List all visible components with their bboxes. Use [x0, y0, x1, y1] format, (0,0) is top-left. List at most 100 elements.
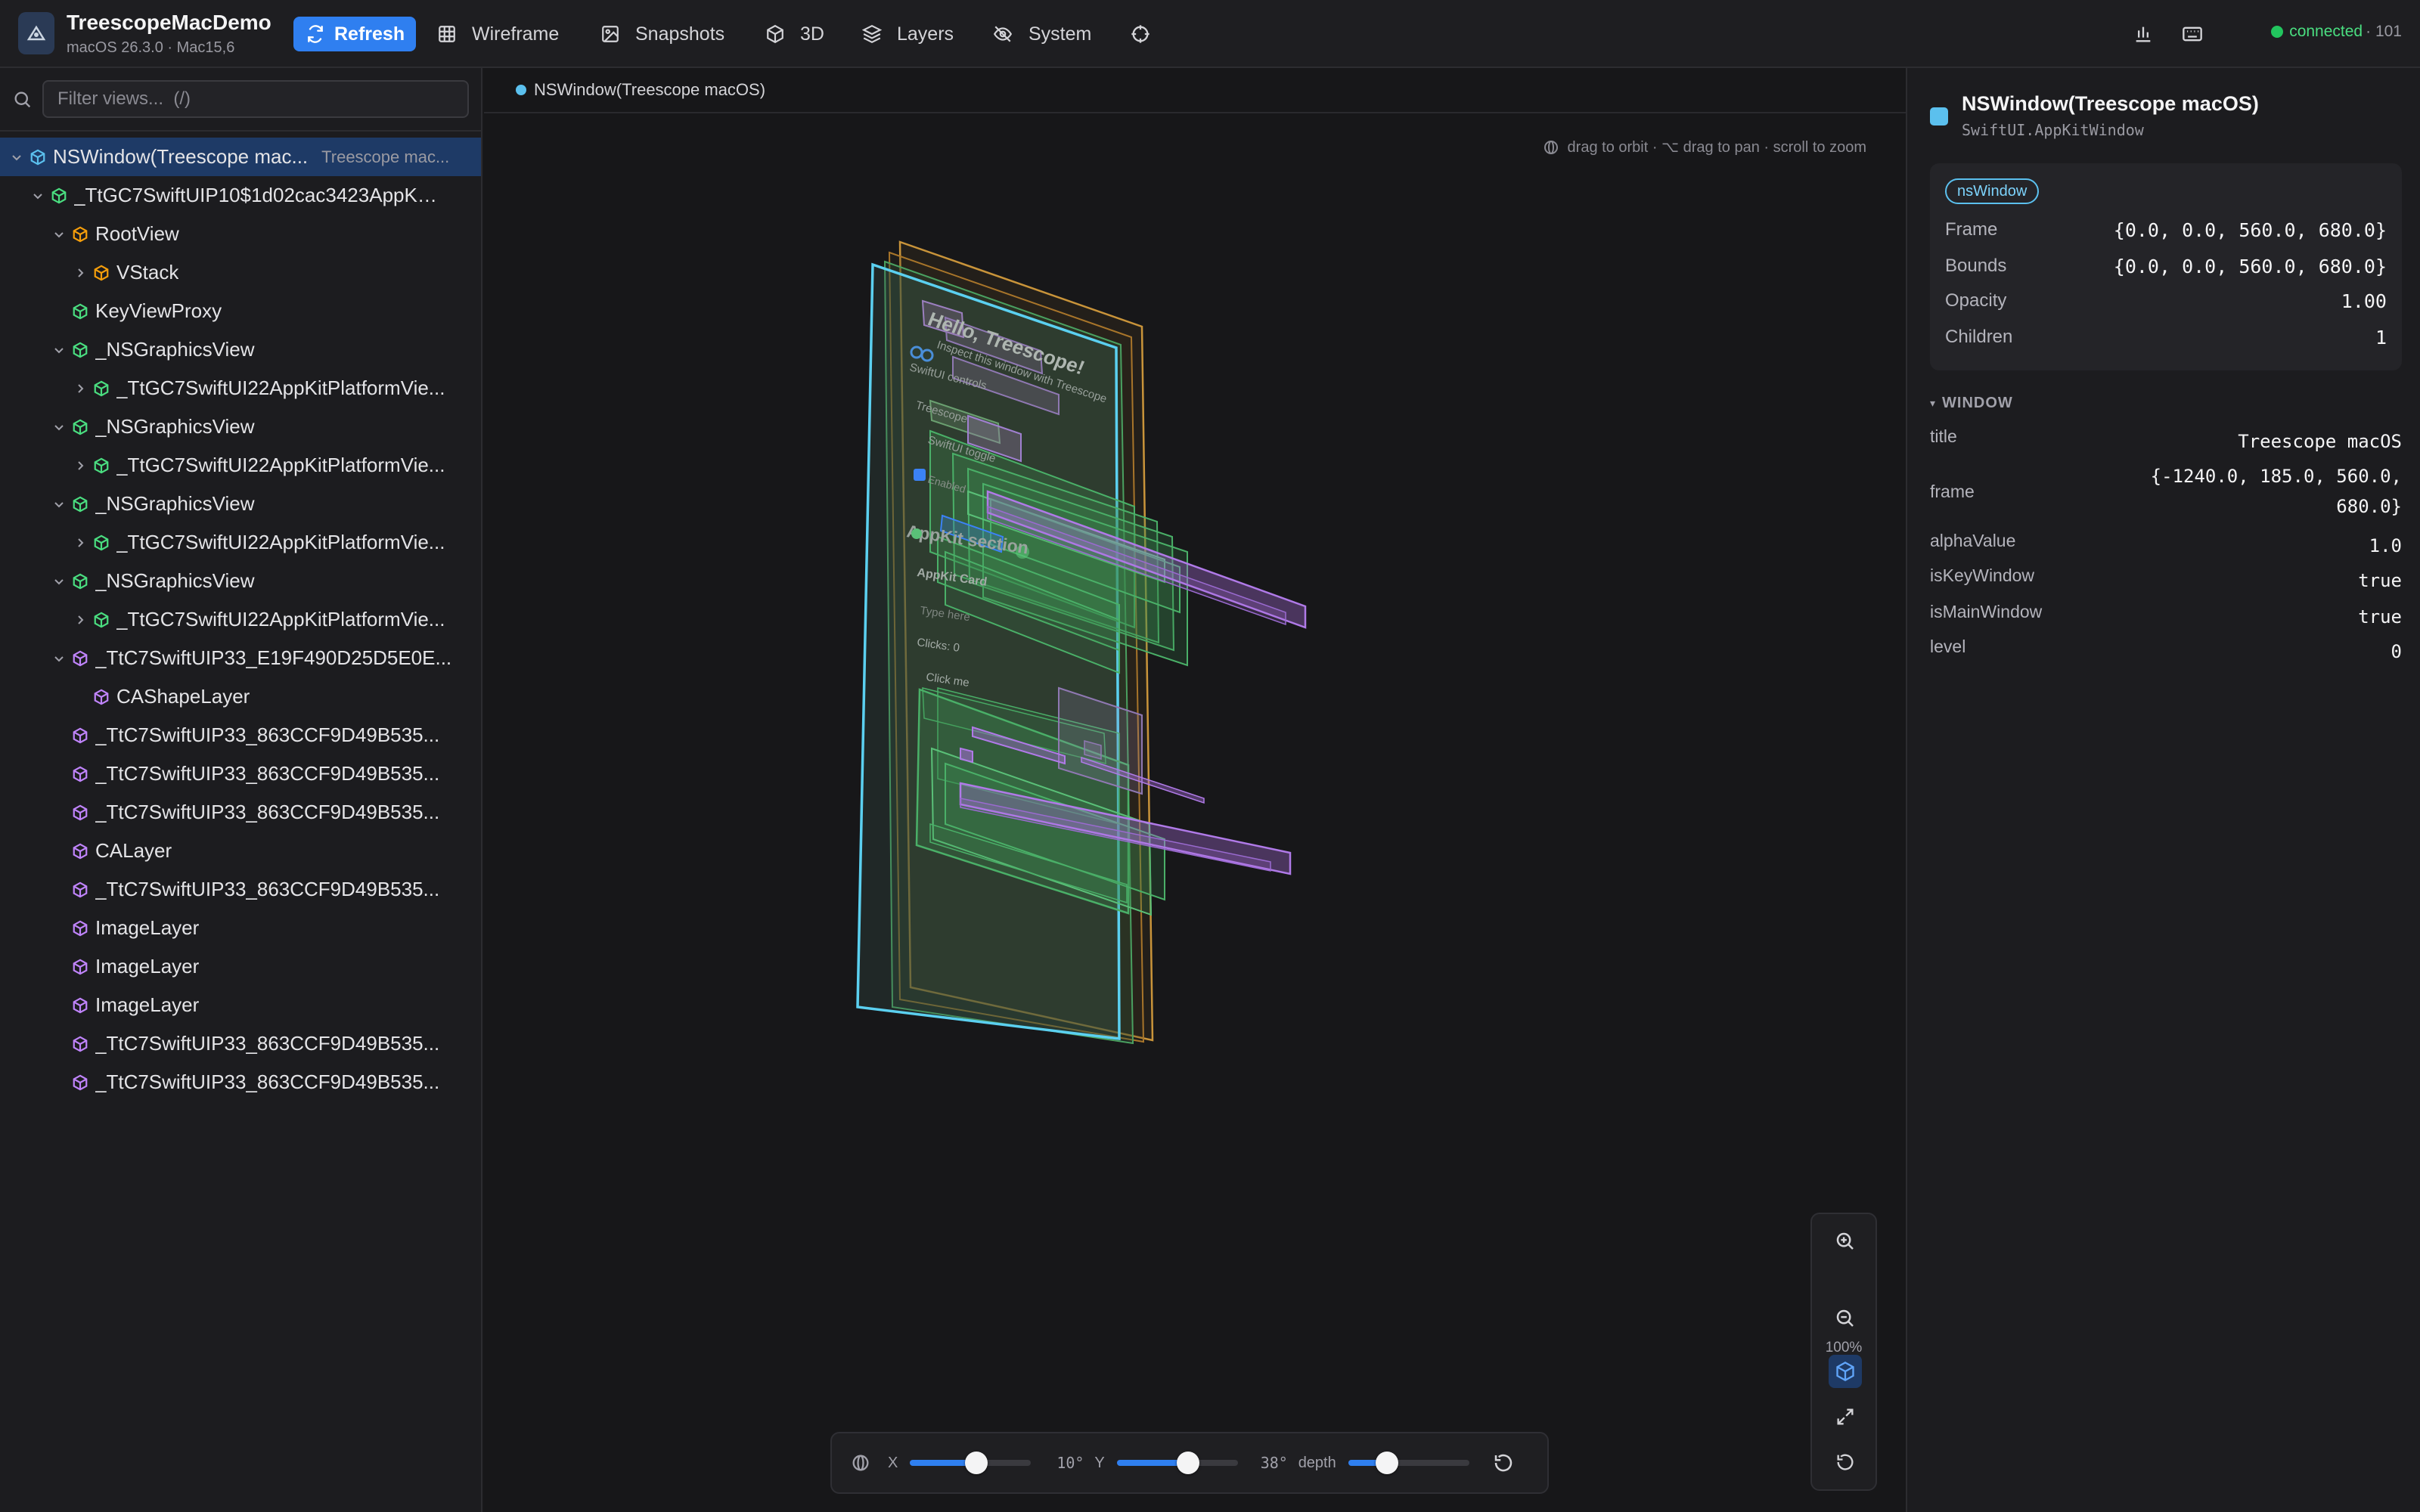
- tree-row[interactable]: _NSGraphicsView: [0, 330, 481, 369]
- prop-value[interactable]: 1.00: [2341, 290, 2387, 312]
- chevron-down-icon[interactable]: [27, 190, 48, 202]
- chevron-down-icon[interactable]: [48, 652, 70, 665]
- zoom-in-button[interactable]: [1829, 1225, 1862, 1258]
- zoom-out-button[interactable]: [1829, 1302, 1862, 1335]
- filter-input[interactable]: [42, 80, 469, 118]
- tree-row[interactable]: _TtC7SwiftUIP33_863CCF9D49B535...: [0, 1063, 481, 1101]
- perspective-toggle[interactable]: [1829, 1355, 1862, 1388]
- cube-icon: [27, 149, 48, 166]
- prop-value[interactable]: true: [2358, 565, 2402, 596]
- keyboard-button[interactable]: [2181, 17, 2219, 51]
- chevron-right-icon[interactable]: [70, 460, 91, 472]
- cube-icon: [70, 843, 91, 860]
- reset-view-button[interactable]: [1829, 1445, 1862, 1479]
- reset-icon[interactable]: [1492, 1452, 1515, 1474]
- tree-row[interactable]: _TtGC7SwiftUI22AppKitPlatformVie...: [0, 369, 481, 407]
- window-section-header[interactable]: ▾ WINDOW: [1930, 395, 2013, 412]
- tree-row[interactable]: _TtGC7SwiftUIP10$1d02cac3423AppKit...: [0, 176, 481, 215]
- tree-row[interactable]: ImageLayer: [0, 986, 481, 1024]
- layer-scene[interactable]: Hello, Treescope! Inspect this window wi…: [741, 159, 1361, 1051]
- cube-icon: [70, 1036, 91, 1052]
- prop-value[interactable]: 1.0: [2369, 531, 2402, 561]
- prop-value[interactable]: 0: [2391, 637, 2402, 667]
- tree-row[interactable]: _NSGraphicsView: [0, 562, 481, 600]
- search-icon: [14, 91, 31, 108]
- chevron-down-icon[interactable]: [48, 421, 70, 433]
- prop-value[interactable]: {0.0, 0.0, 560.0, 680.0}: [2114, 219, 2387, 241]
- fit-button[interactable]: [1829, 1400, 1862, 1433]
- tree-row[interactable]: CALayer: [0, 832, 481, 870]
- tab-layers[interactable]: Layers: [862, 17, 954, 51]
- expand-icon: [1837, 1408, 1854, 1425]
- cube-icon: [91, 612, 112, 628]
- tree-row[interactable]: _TtC7SwiftUIP33_E19F490D25D5E0E...: [0, 639, 481, 677]
- tree-row-label: _TtC7SwiftUIP33_863CCF9D49B535...: [95, 878, 440, 900]
- cube-icon: [70, 419, 91, 435]
- chevron-down-icon[interactable]: [48, 228, 70, 240]
- chevron-right-icon[interactable]: [70, 267, 91, 279]
- breadcrumb-item[interactable]: NSWindow(Treescope macOS): [534, 80, 765, 100]
- tree-row[interactable]: _TtC7SwiftUIP33_863CCF9D49B535...: [0, 754, 481, 793]
- y-rotation-slider[interactable]: [1116, 1452, 1238, 1474]
- prop-value[interactable]: 1: [2375, 327, 2387, 349]
- cube-icon: [91, 457, 112, 474]
- tree-row[interactable]: _NSGraphicsView: [0, 407, 481, 446]
- search-bar: [0, 68, 481, 132]
- tree-row[interactable]: _TtC7SwiftUIP33_863CCF9D49B535...: [0, 716, 481, 754]
- tree-row-label: VStack: [116, 261, 179, 284]
- tree-row[interactable]: VStack: [0, 253, 481, 292]
- cube-icon: [70, 920, 91, 937]
- prop-value[interactable]: {-1240.0, 185.0, 560.0, 680.0}: [2130, 461, 2402, 522]
- chevron-right-icon[interactable]: [70, 537, 91, 549]
- tree-row[interactable]: KeyViewProxy: [0, 292, 481, 330]
- prop-value[interactable]: Treescope macOS: [2238, 426, 2402, 457]
- chevron-down-icon[interactable]: [6, 151, 27, 163]
- 3d-viewport[interactable]: NSWindow(Treescope macOS) drag to orbit …: [484, 68, 1906, 1512]
- prop-key: Bounds: [1945, 256, 2007, 276]
- cube-icon: [70, 226, 91, 243]
- prop-value[interactable]: {0.0, 0.0, 560.0, 680.0}: [2114, 256, 2387, 277]
- element-box[interactable]: [960, 747, 973, 764]
- tab-snapshots[interactable]: Snapshots: [600, 17, 724, 51]
- keyboard-icon: [2183, 26, 2202, 42]
- chevron-right-icon[interactable]: [70, 383, 91, 395]
- image-icon: [602, 26, 619, 42]
- prop-key: Opacity: [1945, 290, 2007, 311]
- chevron-right-icon[interactable]: [70, 614, 91, 626]
- cube-icon: [91, 265, 112, 281]
- tab-system[interactable]: System: [992, 17, 1091, 51]
- chevron-down-icon[interactable]: [48, 498, 70, 510]
- refresh-button[interactable]: Refresh: [293, 17, 416, 51]
- tree-row[interactable]: CAShapeLayer: [0, 677, 481, 716]
- tab-3d[interactable]: 3D: [765, 17, 824, 51]
- tree-row[interactable]: RootView: [0, 215, 481, 253]
- tab-wireframe[interactable]: Wireframe: [437, 17, 559, 51]
- prop-value[interactable]: true: [2358, 602, 2402, 632]
- chevron-down-icon[interactable]: [48, 344, 70, 356]
- cube-icon: [70, 997, 91, 1014]
- slider-knob[interactable]: [1375, 1452, 1398, 1474]
- tree-row[interactable]: _TtC7SwiftUIP33_863CCF9D49B535...: [0, 793, 481, 832]
- x-rotation-slider[interactable]: [910, 1452, 1032, 1474]
- tree-row[interactable]: _TtGC7SwiftUI22AppKitPlatformVie...: [0, 600, 481, 639]
- tree-row-label: ImageLayer: [95, 955, 200, 978]
- tree-row[interactable]: _TtGC7SwiftUI22AppKitPlatformVie...: [0, 446, 481, 485]
- tree-row[interactable]: ImageLayer: [0, 947, 481, 986]
- slider-knob[interactable]: [1177, 1452, 1200, 1474]
- chevron-down-icon[interactable]: [48, 575, 70, 587]
- tree-row[interactable]: NSWindow(Treescope mac... Treescope mac..…: [0, 138, 481, 176]
- tree-row[interactable]: _TtGC7SwiftUI22AppKitPlatformVie...: [0, 523, 481, 562]
- tree-row[interactable]: _NSGraphicsView: [0, 485, 481, 523]
- tree-row-label: ImageLayer: [95, 993, 200, 1016]
- tree-row[interactable]: _TtC7SwiftUIP33_863CCF9D49B535...: [0, 1024, 481, 1063]
- inspector-title: NSWindow(Treescope macOS): [1962, 92, 2259, 115]
- bar-chart-icon: [2136, 26, 2151, 42]
- slider-knob[interactable]: [965, 1452, 988, 1474]
- stats-button[interactable]: [2133, 17, 2169, 51]
- tree-row-label: _NSGraphicsView: [95, 338, 255, 361]
- app-subtitle: macOS 26.3.0 · Mac15,6: [67, 39, 235, 56]
- pick-element-button[interactable]: [1130, 17, 1166, 51]
- tree-row[interactable]: ImageLayer: [0, 909, 481, 947]
- depth-slider[interactable]: [1348, 1452, 1469, 1474]
- tree-row[interactable]: _TtC7SwiftUIP33_863CCF9D49B535...: [0, 870, 481, 909]
